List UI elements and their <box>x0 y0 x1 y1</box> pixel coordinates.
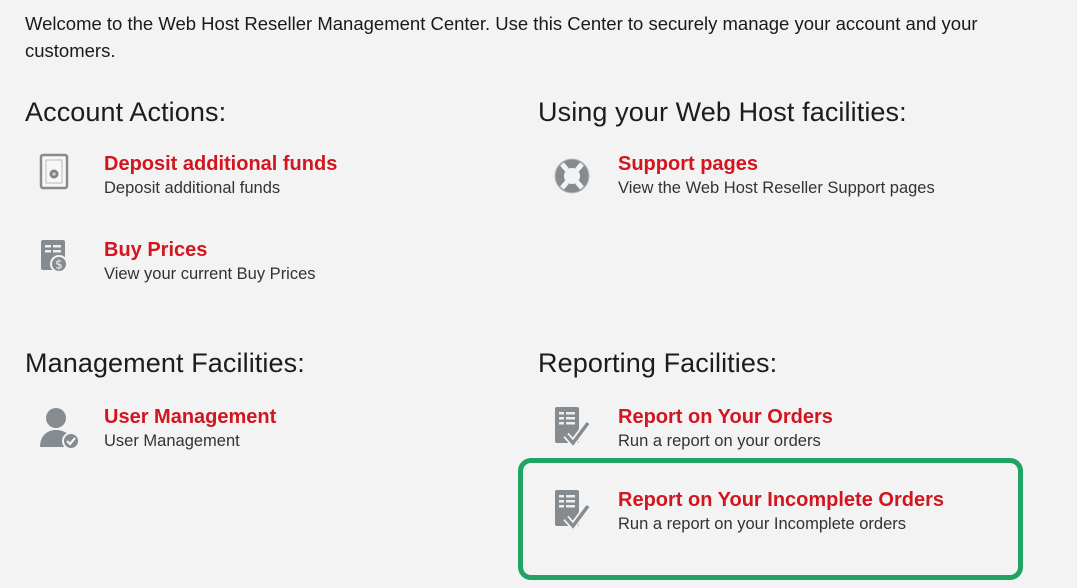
menu-item-buy-prices[interactable]: $ Buy Prices View your current Buy Price… <box>38 238 316 286</box>
menu-item-support-pages[interactable]: Support pages View the Web Host Reseller… <box>552 152 935 200</box>
menu-item-user-management[interactable]: User Management User Management <box>38 405 276 453</box>
menu-item-deposit-funds[interactable]: Deposit additional funds Deposit additio… <box>38 152 337 200</box>
buy-prices-link[interactable]: Buy Prices <box>104 238 316 262</box>
section-title-web-host-facilities: Using your Web Host facilities: <box>538 97 907 127</box>
menu-item-report-orders[interactable]: Report on Your Orders Run a report on yo… <box>552 405 833 453</box>
report-orders-description: Run a report on your orders <box>618 432 821 450</box>
section-title-account-actions: Account Actions: <box>25 97 227 127</box>
lifebuoy-icon <box>552 152 596 200</box>
buy-prices-description: View your current Buy Prices <box>104 265 316 283</box>
price-list-icon: $ <box>38 238 82 286</box>
deposit-funds-link[interactable]: Deposit additional funds <box>104 152 337 176</box>
svg-text:$: $ <box>55 258 63 272</box>
user-check-icon <box>38 405 82 453</box>
report-orders-link[interactable]: Report on Your Orders <box>618 405 833 429</box>
report-check-icon <box>552 405 596 453</box>
user-management-link[interactable]: User Management <box>104 405 276 429</box>
support-pages-link[interactable]: Support pages <box>618 152 935 176</box>
support-pages-description: View the Web Host Reseller Support pages <box>618 179 935 197</box>
safe-icon <box>38 152 82 200</box>
user-management-description: User Management <box>104 432 240 450</box>
highlight-box <box>518 458 1023 580</box>
welcome-text: Welcome to the Web Host Reseller Managem… <box>25 13 978 61</box>
deposit-funds-description: Deposit additional funds <box>104 179 281 197</box>
section-title-reporting-facilities: Reporting Facilities: <box>538 348 778 378</box>
section-title-management-facilities: Management Facilities: <box>25 348 305 378</box>
